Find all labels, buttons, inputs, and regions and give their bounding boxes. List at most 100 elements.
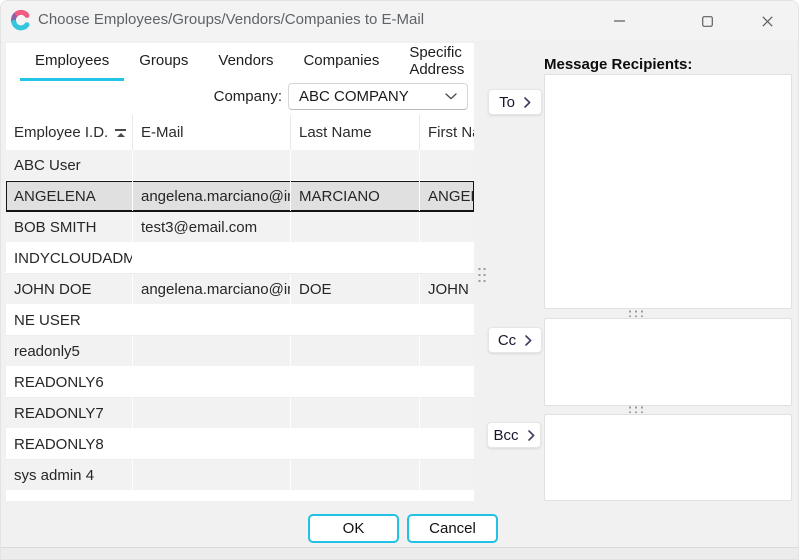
tab-vendors[interactable]: Vendors bbox=[203, 43, 288, 81]
column-header-employee-id[interactable]: Employee I.D. bbox=[6, 115, 133, 150]
picker-panel: EmployeesGroupsVendorsCompaniesSpecific … bbox=[6, 43, 474, 501]
cell-first-name bbox=[420, 336, 474, 366]
cell-first-name bbox=[420, 398, 474, 428]
table-row[interactable]: READONLY6 bbox=[6, 367, 474, 398]
horizontal-splitter-grip[interactable] bbox=[626, 404, 643, 413]
window-bottom-edge bbox=[1, 547, 798, 559]
bcc-recipients-listbox[interactable] bbox=[544, 414, 792, 501]
chevron-down-icon bbox=[445, 93, 457, 100]
horizontal-splitter-grip[interactable] bbox=[626, 308, 643, 317]
cell-email bbox=[133, 460, 291, 490]
cell-last-name bbox=[291, 398, 420, 428]
cell-last-name bbox=[291, 212, 420, 242]
cc-recipients-listbox[interactable] bbox=[544, 318, 792, 406]
company-label: Company: bbox=[214, 88, 282, 105]
table-row[interactable]: BOB SMITHtest3@email.com bbox=[6, 212, 474, 243]
column-header-first-name[interactable]: First Name bbox=[420, 115, 474, 150]
cell-last-name bbox=[291, 367, 420, 397]
cell-last-name bbox=[291, 491, 420, 501]
cell-employee-id: NE USER bbox=[6, 305, 133, 335]
column-header-label: Last Name bbox=[299, 124, 372, 141]
close-button[interactable] bbox=[744, 1, 790, 41]
cell-email bbox=[133, 150, 291, 180]
chevron-right-icon bbox=[528, 430, 535, 441]
company-selected-value: ABC COMPANY bbox=[299, 88, 445, 105]
cc-button-label: Cc bbox=[498, 332, 516, 349]
cell-first-name: JOHN bbox=[420, 274, 474, 304]
maximize-button[interactable] bbox=[684, 1, 730, 41]
cell-email: angelena.marciano@ind bbox=[133, 274, 291, 304]
cell-last-name bbox=[291, 336, 420, 366]
cell-last-name: MARCIANO bbox=[291, 181, 420, 211]
to-recipients-listbox[interactable] bbox=[544, 74, 792, 309]
column-header-label: Employee I.D. bbox=[14, 124, 108, 141]
cell-email bbox=[133, 305, 291, 335]
cell-last-name bbox=[291, 150, 420, 180]
table-row[interactable]: NE USER bbox=[6, 305, 474, 336]
employee-table: Employee I.D. E-Mail Last Name First Nam… bbox=[6, 115, 474, 501]
chevron-right-icon bbox=[525, 335, 532, 346]
table-row[interactable]: ANGELENAangelena.marciano@indMARCIANOANG… bbox=[6, 181, 474, 212]
cell-employee-id: sys admin 4 bbox=[6, 460, 133, 490]
dialog-window: Choose Employees/Groups/Vendors/Companie… bbox=[0, 0, 799, 560]
company-row: Company: ABC COMPANY bbox=[6, 81, 474, 115]
tab-groups[interactable]: Groups bbox=[124, 43, 203, 81]
cell-employee-id: ANGELENA bbox=[6, 181, 133, 211]
tab-specific-address[interactable]: Specific Address bbox=[394, 43, 474, 81]
table-row[interactable]: INDYCLOUDADMI bbox=[6, 243, 474, 274]
cell-email bbox=[133, 491, 291, 501]
title-bar: Choose Employees/Groups/Vendors/Companie… bbox=[1, 1, 798, 41]
cell-email bbox=[133, 367, 291, 397]
column-header-label: E-Mail bbox=[141, 124, 184, 141]
cell-employee-id: READONLY7 bbox=[6, 398, 133, 428]
cell-email bbox=[133, 398, 291, 428]
message-recipients-heading: Message Recipients: bbox=[544, 56, 692, 73]
minimize-button[interactable] bbox=[596, 1, 642, 41]
cell-last-name bbox=[291, 305, 420, 335]
sort-ascending-icon bbox=[115, 129, 126, 137]
cell-email bbox=[133, 243, 291, 273]
company-select[interactable]: ABC COMPANY bbox=[288, 83, 468, 110]
cell-first-name bbox=[420, 150, 474, 180]
vertical-splitter-grip[interactable] bbox=[476, 265, 487, 282]
cancel-button[interactable]: Cancel bbox=[407, 514, 498, 543]
cell-employee-id: JOHN DOE bbox=[6, 274, 133, 304]
bcc-button[interactable]: Bcc bbox=[487, 422, 541, 448]
cell-employee-id: READONLY8 bbox=[6, 429, 133, 459]
cell-first-name bbox=[420, 429, 474, 459]
cell-first-name bbox=[420, 243, 474, 273]
table-row[interactable]: JOHN DOEangelena.marciano@indDOEJOHN bbox=[6, 274, 474, 305]
window-title: Choose Employees/Groups/Vendors/Companie… bbox=[38, 11, 424, 28]
cell-last-name bbox=[291, 460, 420, 490]
cell-email: test3@email.com bbox=[133, 212, 291, 242]
cell-employee-id: SYS ADMIN 3 bbox=[6, 491, 133, 501]
cell-first-name bbox=[420, 305, 474, 335]
table-row[interactable]: SYS ADMIN 3 bbox=[6, 491, 474, 501]
table-row[interactable]: READONLY8 bbox=[6, 429, 474, 460]
cell-email bbox=[133, 429, 291, 459]
tab-bar: EmployeesGroupsVendorsCompaniesSpecific … bbox=[6, 43, 474, 81]
table-body: ABC UserANGELENAangelena.marciano@indMAR… bbox=[6, 150, 474, 501]
cc-button[interactable]: Cc bbox=[488, 327, 542, 353]
column-header-last-name[interactable]: Last Name bbox=[291, 115, 420, 150]
ok-button[interactable]: OK bbox=[308, 514, 399, 543]
cell-employee-id: ABC User bbox=[6, 150, 133, 180]
to-button-label: To bbox=[499, 94, 515, 111]
cell-first-name bbox=[420, 212, 474, 242]
column-header-label: First Name bbox=[428, 124, 474, 141]
table-row[interactable]: ABC User bbox=[6, 150, 474, 181]
to-button[interactable]: To bbox=[488, 89, 542, 115]
cell-last-name: DOE bbox=[291, 274, 420, 304]
cell-email: angelena.marciano@ind bbox=[133, 181, 291, 211]
tab-companies[interactable]: Companies bbox=[288, 43, 394, 81]
app-logo-icon bbox=[10, 9, 32, 31]
tab-employees[interactable]: Employees bbox=[20, 43, 124, 81]
cell-last-name bbox=[291, 429, 420, 459]
table-row[interactable]: sys admin 4 bbox=[6, 460, 474, 491]
table-row[interactable]: readonly5 bbox=[6, 336, 474, 367]
cell-employee-id: readonly5 bbox=[6, 336, 133, 366]
bcc-button-label: Bcc bbox=[493, 427, 518, 444]
cell-last-name bbox=[291, 243, 420, 273]
column-header-email[interactable]: E-Mail bbox=[133, 115, 291, 150]
table-row[interactable]: READONLY7 bbox=[6, 398, 474, 429]
